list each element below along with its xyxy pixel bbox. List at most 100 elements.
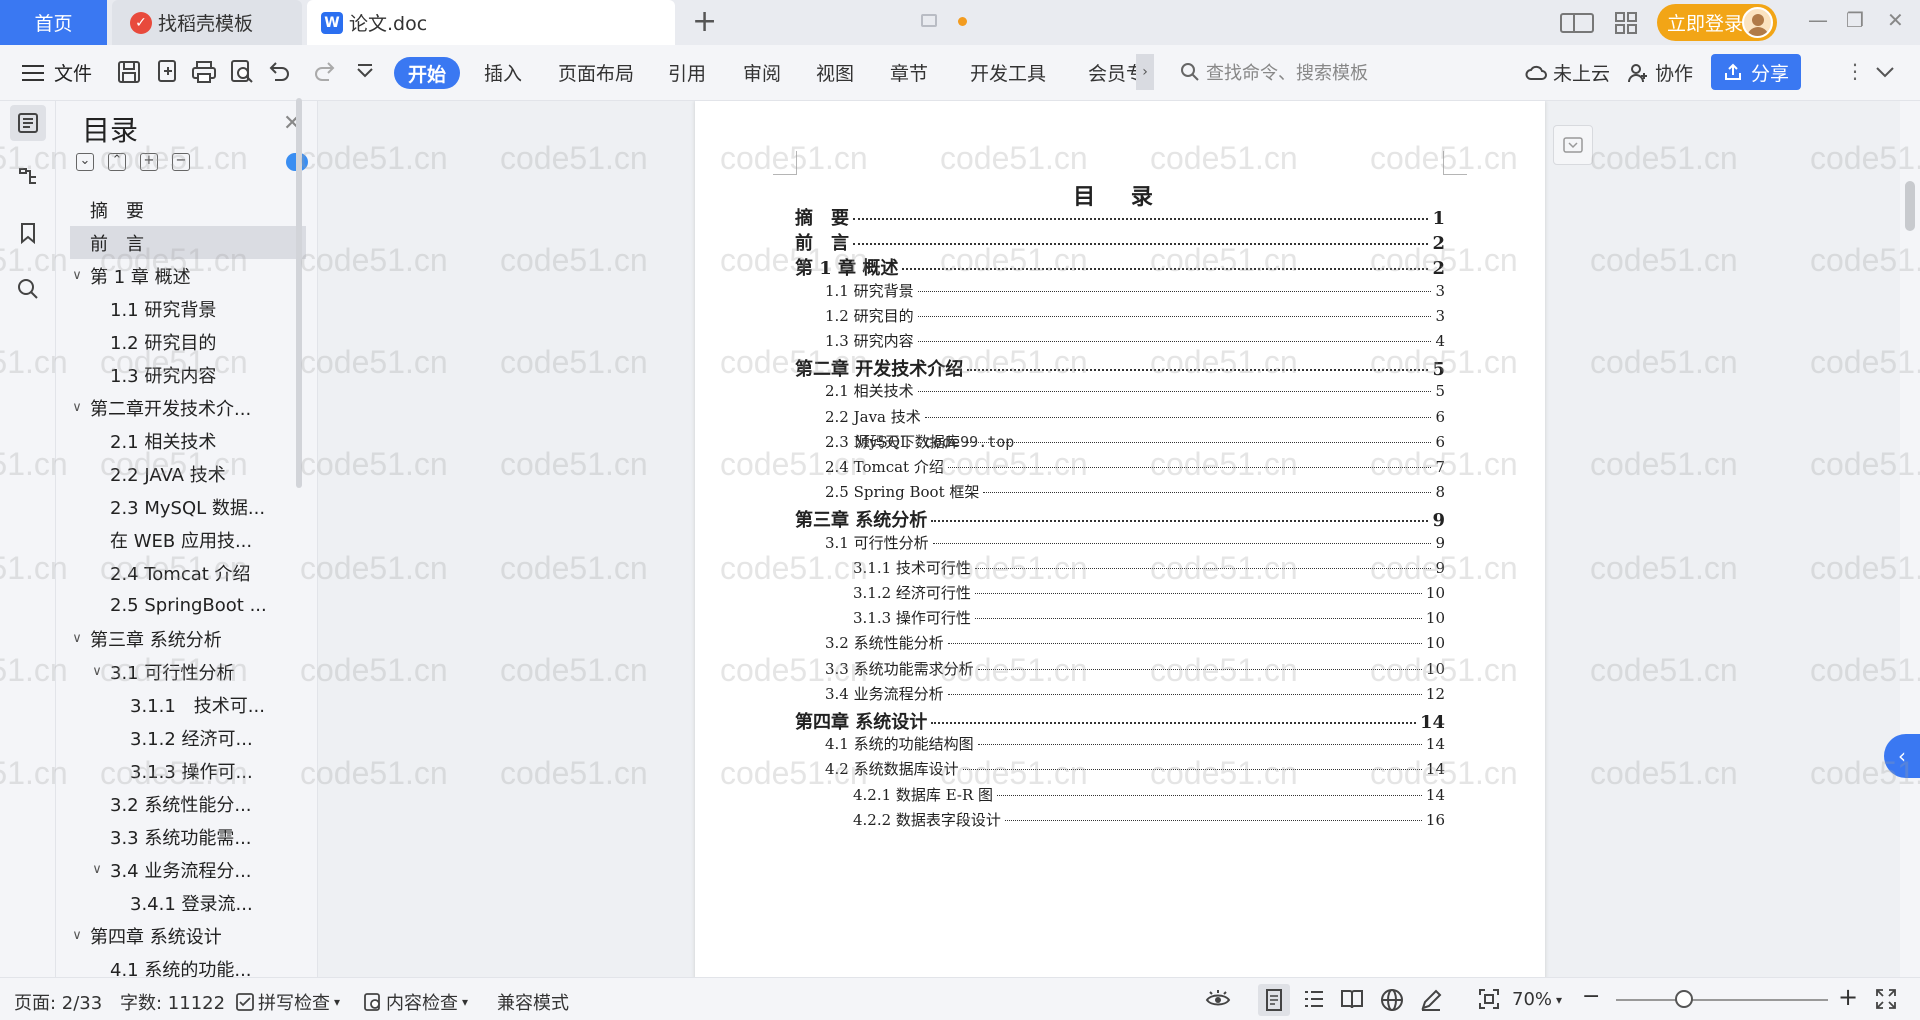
print-preview-icon[interactable]: [229, 59, 255, 85]
nav-scrollbar[interactable]: [296, 98, 302, 488]
tab-chapter[interactable]: 章节: [890, 59, 928, 86]
remove-heading-icon[interactable]: −: [172, 153, 190, 171]
toc-entry[interactable]: 4.2.1 数据库 E-R 图 14: [795, 784, 1445, 805]
outline-view-icon[interactable]: [1302, 988, 1326, 1010]
add-heading-icon[interactable]: +: [140, 153, 158, 171]
toc-entry[interactable]: 3.2 系统性能分析 10: [795, 632, 1445, 653]
page-view-button[interactable]: [1258, 984, 1290, 1016]
nav-toc-item[interactable]: 1.1 研究背景: [70, 292, 306, 325]
tab-dev-tools[interactable]: 开发工具: [970, 59, 1046, 86]
quick-access-dropdown-icon[interactable]: [352, 59, 378, 85]
minimize-button[interactable]: —: [1808, 8, 1828, 32]
rail-search-button[interactable]: [10, 271, 46, 307]
tab-reference[interactable]: 引用: [668, 59, 706, 86]
nav-toc-item[interactable]: 4.1 系统的功能...: [70, 952, 306, 978]
nav-toc-item[interactable]: ∨ 第二章开发技术介...: [70, 391, 306, 424]
collapse-all-icon[interactable]: ⌃: [108, 153, 126, 171]
eye-protection-icon[interactable]: [1205, 988, 1231, 1010]
nav-toc-item[interactable]: 2.2 JAVA 技术: [70, 457, 306, 490]
toc-entry[interactable]: 第三章 系统分析 9: [795, 506, 1445, 532]
chevron-down-icon[interactable]: ∨: [90, 862, 104, 877]
tab-home[interactable]: 首页: [0, 0, 107, 45]
nav-toc-item[interactable]: ∨ 3.1 可行性分析: [70, 655, 306, 688]
toc-entry[interactable]: 4.2.2 数据表字段设计 16: [795, 809, 1445, 830]
rail-toc-button[interactable]: [10, 105, 46, 141]
tab-page-layout[interactable]: 页面布局: [558, 59, 634, 86]
edit-pen-icon[interactable]: [1419, 988, 1443, 1012]
zoom-slider-track[interactable]: [1616, 999, 1828, 1001]
spell-check-button[interactable]: 拼写检查 ▾: [236, 989, 340, 1015]
toc-entry[interactable]: 4.2 系统数据库设计 14: [795, 758, 1445, 779]
cloud-sync-button[interactable]: 未上云: [1525, 59, 1610, 86]
toc-entry[interactable]: 1.2 研究目的 3: [795, 305, 1445, 326]
toc-entry[interactable]: 前 言 2: [795, 229, 1445, 255]
page-tools-dropdown-icon[interactable]: [1553, 125, 1593, 165]
nav-toc-item[interactable]: 3.3 系统功能需...: [70, 820, 306, 853]
chevron-down-icon[interactable]: ∨: [90, 664, 104, 679]
toc-entry[interactable]: 第二章 开发技术介绍 5: [795, 355, 1445, 381]
nav-toc-item[interactable]: 摘 要: [70, 193, 306, 226]
zoom-in-button[interactable]: +: [1838, 983, 1858, 1011]
nav-toc-item[interactable]: ∨ 第三章 系统分析: [70, 622, 306, 655]
nav-toc-item[interactable]: 3.1.2 经济可...: [70, 721, 306, 754]
toc-entry[interactable]: 3.1.2 经济可行性 10: [795, 582, 1445, 603]
restore-button[interactable]: ❐: [1846, 8, 1864, 32]
rail-structure-button[interactable]: [10, 159, 46, 195]
rail-bookmark-button[interactable]: [10, 215, 46, 251]
toc-entry[interactable]: 3.1.3 操作可行性 10: [795, 607, 1445, 628]
nav-toc-item[interactable]: 3.1.1 技术可...: [70, 688, 306, 721]
toc-entry[interactable]: 2.1 相关技术 5: [795, 380, 1445, 401]
tab-view[interactable]: 视图: [816, 59, 854, 86]
ribbon-scroll-right-icon[interactable]: ›: [1136, 54, 1154, 90]
tab-document[interactable]: W 论文.doc: [307, 0, 967, 45]
nav-toc-item[interactable]: 前 言: [70, 226, 306, 259]
more-options-icon[interactable]: ⋮: [1845, 59, 1865, 83]
print-icon[interactable]: [191, 59, 217, 85]
nav-toc-item[interactable]: 1.2 研究目的: [70, 325, 306, 358]
expand-all-icon[interactable]: ⌄: [76, 153, 94, 171]
fullscreen-icon[interactable]: [1875, 988, 1897, 1010]
document-vertical-scrollbar[interactable]: [1900, 101, 1920, 977]
tab-start[interactable]: 开始: [394, 57, 460, 89]
zoom-out-button[interactable]: −: [1582, 984, 1600, 1009]
new-tab-button[interactable]: +: [692, 4, 717, 39]
login-button[interactable]: 立即登录: [1657, 4, 1777, 41]
undo-icon[interactable]: [266, 59, 292, 85]
chevron-down-icon[interactable]: ∨: [70, 268, 84, 283]
toc-entry[interactable]: 1.1 研究背景 3: [795, 280, 1445, 301]
toc-entry[interactable]: 2.5 Spring Boot 框架 8: [795, 481, 1445, 502]
toc-entry[interactable]: 3.1 可行性分析 9: [795, 532, 1445, 553]
content-check-button[interactable]: 内容检查 ▾: [364, 989, 468, 1015]
monitor-icon[interactable]: [921, 14, 937, 27]
collaborate-button[interactable]: 协作: [1627, 59, 1693, 86]
toc-entry[interactable]: 4.1 系统的功能结构图 14: [795, 733, 1445, 754]
tab-review[interactable]: 审阅: [743, 59, 781, 86]
layout-switch-icon[interactable]: [1560, 11, 1596, 35]
nav-toc-item[interactable]: 在 WEB 应用技...: [70, 523, 306, 556]
nav-toc-item[interactable]: ∨ 第 1 章 概述: [70, 259, 306, 292]
toc-entry[interactable]: 3.4 业务流程分析 12: [795, 683, 1445, 704]
toc-entry[interactable]: 第 1 章 概述 2: [795, 254, 1445, 280]
chevron-down-icon[interactable]: ∨: [70, 400, 84, 415]
command-search-input[interactable]: 查找命令、搜索模板: [1180, 59, 1368, 85]
zoom-level-dropdown[interactable]: 70% ▾: [1512, 989, 1562, 1010]
toc-entry[interactable]: 2.2 Java 技术 6: [795, 406, 1445, 427]
nav-toc-item[interactable]: 3.4.1 登录流...: [70, 886, 306, 919]
nav-toc-item[interactable]: 2.3 MySQL 数据...: [70, 490, 306, 523]
toc-entry[interactable]: 2.4 Tomcat 介绍 7: [795, 456, 1445, 477]
export-pdf-icon[interactable]: [155, 59, 181, 85]
tab-docer-templates[interactable]: ✓ 找稻壳模板: [112, 0, 302, 45]
right-panel-expand-icon[interactable]: ‹: [1884, 734, 1920, 778]
web-view-icon[interactable]: [1380, 988, 1404, 1012]
word-count[interactable]: 字数: 11122: [120, 989, 225, 1015]
nav-toc-item[interactable]: 1.3 研究内容: [70, 358, 306, 391]
nav-toc-item[interactable]: 3.2 系统性能分...: [70, 787, 306, 820]
nav-toc-item[interactable]: ∨ 3.4 业务流程分...: [70, 853, 306, 886]
reading-view-icon[interactable]: [1340, 988, 1364, 1010]
toc-entry[interactable]: 3.3 系统功能需求分析 10: [795, 658, 1445, 679]
chevron-down-icon[interactable]: ∨: [70, 631, 84, 646]
scroll-thumb[interactable]: [1905, 181, 1915, 231]
toc-entry[interactable]: 1.3 研究内容 4: [795, 330, 1445, 351]
toc-entry[interactable]: 第四章 系统设计 14: [795, 708, 1445, 734]
nav-toc-item[interactable]: 2.5 SpringBoot ...: [70, 589, 306, 622]
